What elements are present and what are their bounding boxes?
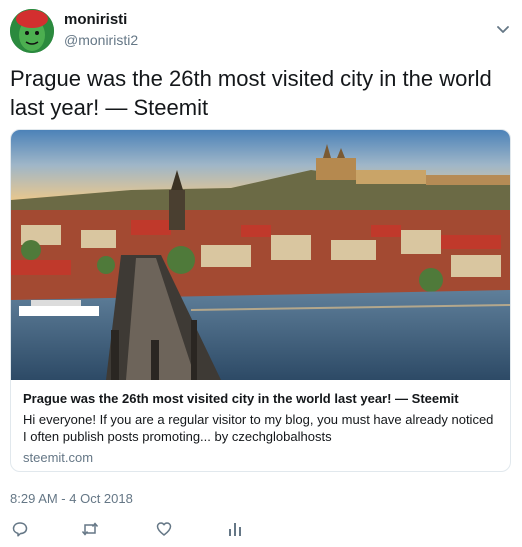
card-body[interactable]: Prague was the 26th most visited city in…: [11, 380, 510, 471]
chevron-down-icon[interactable]: [496, 22, 510, 33]
card-description: Hi everyone! If you are a regular visito…: [23, 412, 494, 444]
card-domain[interactable]: steemit.com: [23, 449, 498, 466]
retweet-icon[interactable]: [80, 519, 100, 539]
author-info: moniristi @moniristi2: [64, 10, 138, 49]
reply-icon[interactable]: [10, 519, 30, 539]
user-handle[interactable]: @moniristi2: [64, 31, 138, 49]
tweet: moniristi @moniristi2 Prague was the 26t…: [0, 0, 522, 547]
card-title[interactable]: Prague was the 26th most visited city in…: [23, 390, 498, 407]
display-name[interactable]: moniristi: [64, 10, 138, 29]
card-image[interactable]: [11, 130, 510, 380]
link-card[interactable]: Prague was the 26th most visited city in…: [10, 129, 511, 472]
timestamp[interactable]: 8:29 AM - 4 Oct 2018: [10, 491, 133, 507]
analytics-icon[interactable]: [225, 519, 245, 539]
avatar[interactable]: [10, 9, 54, 53]
like-icon[interactable]: [154, 519, 174, 539]
action-bar: [10, 519, 310, 539]
tweet-text: Prague was the 26th most visited city in…: [10, 66, 492, 120]
